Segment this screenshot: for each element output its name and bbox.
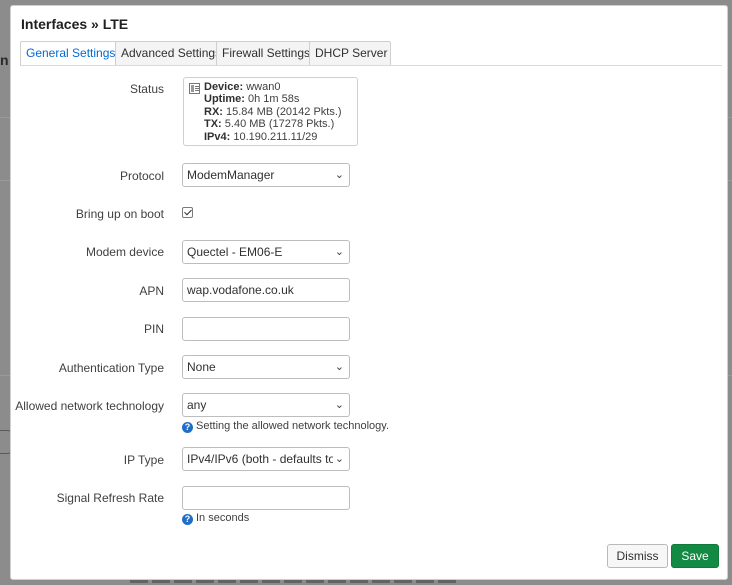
protocol-select[interactable]: ModemManager ⌄ (182, 163, 350, 187)
status-label: Status (129, 82, 164, 96)
status-uptime-value: 0h 1m 58s (248, 93, 300, 106)
pin-input[interactable] (182, 317, 350, 341)
apn-label: APN (139, 284, 164, 298)
signal-refresh-help: ? In seconds (182, 512, 249, 525)
help-icon: ? (182, 422, 193, 433)
signal-refresh-input[interactable] (182, 486, 350, 510)
status-device-key: Device: (204, 81, 244, 93)
network-tech-select-value: any (187, 398, 207, 412)
chevron-down-icon: ⌄ (334, 399, 344, 411)
status-uptime-key: Uptime: (204, 93, 245, 106)
auth-type-select-value: None (187, 360, 216, 374)
pin-label: PIN (143, 322, 164, 336)
protocol-select-value: ModemManager (187, 168, 275, 182)
ip-type-select-value: IPv4/IPv6 (both - defaults to IPv4) (187, 452, 333, 466)
bring-up-on-boot-checkbox[interactable] (182, 207, 193, 218)
network-tech-label: Allowed network technology (15, 399, 164, 413)
tab-divider (20, 65, 722, 66)
help-icon: ? (182, 514, 193, 525)
protocol-label: Protocol (119, 169, 164, 183)
status-rx-key: RX: (204, 105, 223, 118)
interface-edit-modal: Interfaces » LTE General Settings Advanc… (10, 5, 728, 580)
dismiss-button[interactable]: Dismiss (607, 544, 668, 568)
chevron-down-icon: ⌄ (334, 246, 344, 258)
status-ipv4-value: 10.190.211.11/29 (233, 130, 318, 143)
auth-type-label: Authentication Type (58, 361, 164, 375)
save-button[interactable]: Save (671, 544, 719, 568)
network-tech-help: ? Setting the allowed network technology. (182, 420, 389, 433)
boot-label: Bring up on boot (75, 207, 164, 221)
network-tech-select[interactable]: any ⌄ (182, 393, 350, 417)
ip-type-select[interactable]: IPv4/IPv6 (both - defaults to IPv4) ⌄ (182, 447, 350, 471)
background-heading-fragment: n (0, 52, 9, 68)
tab-general-settings[interactable]: General Settings (20, 41, 117, 66)
network-device-icon (189, 83, 200, 94)
modem-device-label: Modem device (85, 245, 164, 259)
modem-device-select-value: Quectel - EM06-E (187, 245, 283, 259)
tab-advanced-settings[interactable]: Advanced Settings (115, 41, 221, 65)
network-tech-help-text: Setting the allowed network technology. (196, 420, 390, 432)
status-tx-value: 5.40 MB (17278 Pkts.) (224, 118, 335, 131)
chevron-down-icon: ⌄ (334, 361, 344, 373)
chevron-down-icon: ⌄ (334, 453, 344, 465)
signal-refresh-label: Signal Refresh Rate (56, 491, 164, 505)
tab-dhcp-server[interactable]: DHCP Server (309, 41, 391, 65)
status-box: Device: wwan0 Uptime: 0h 1m 58s RX: 15.8… (183, 77, 358, 146)
status-device-value: wwan0 (246, 81, 281, 93)
status-rx-value: 15.84 MB (20142 Pkts.) (226, 105, 342, 118)
status-tx-key: TX: (204, 118, 222, 131)
ip-type-label: IP Type (123, 453, 164, 467)
status-ipv4-key: IPv4: (204, 130, 231, 143)
signal-refresh-help-text: In seconds (196, 512, 250, 524)
apn-input[interactable]: wap.vodafone.co.uk (182, 278, 350, 302)
modem-device-select[interactable]: Quectel - EM06-E ⌄ (182, 240, 350, 264)
modal-title: Interfaces » LTE (21, 16, 129, 32)
auth-type-select[interactable]: None ⌄ (182, 355, 350, 379)
chevron-down-icon: ⌄ (334, 169, 344, 181)
tab-firewall-settings[interactable]: Firewall Settings (216, 41, 311, 65)
